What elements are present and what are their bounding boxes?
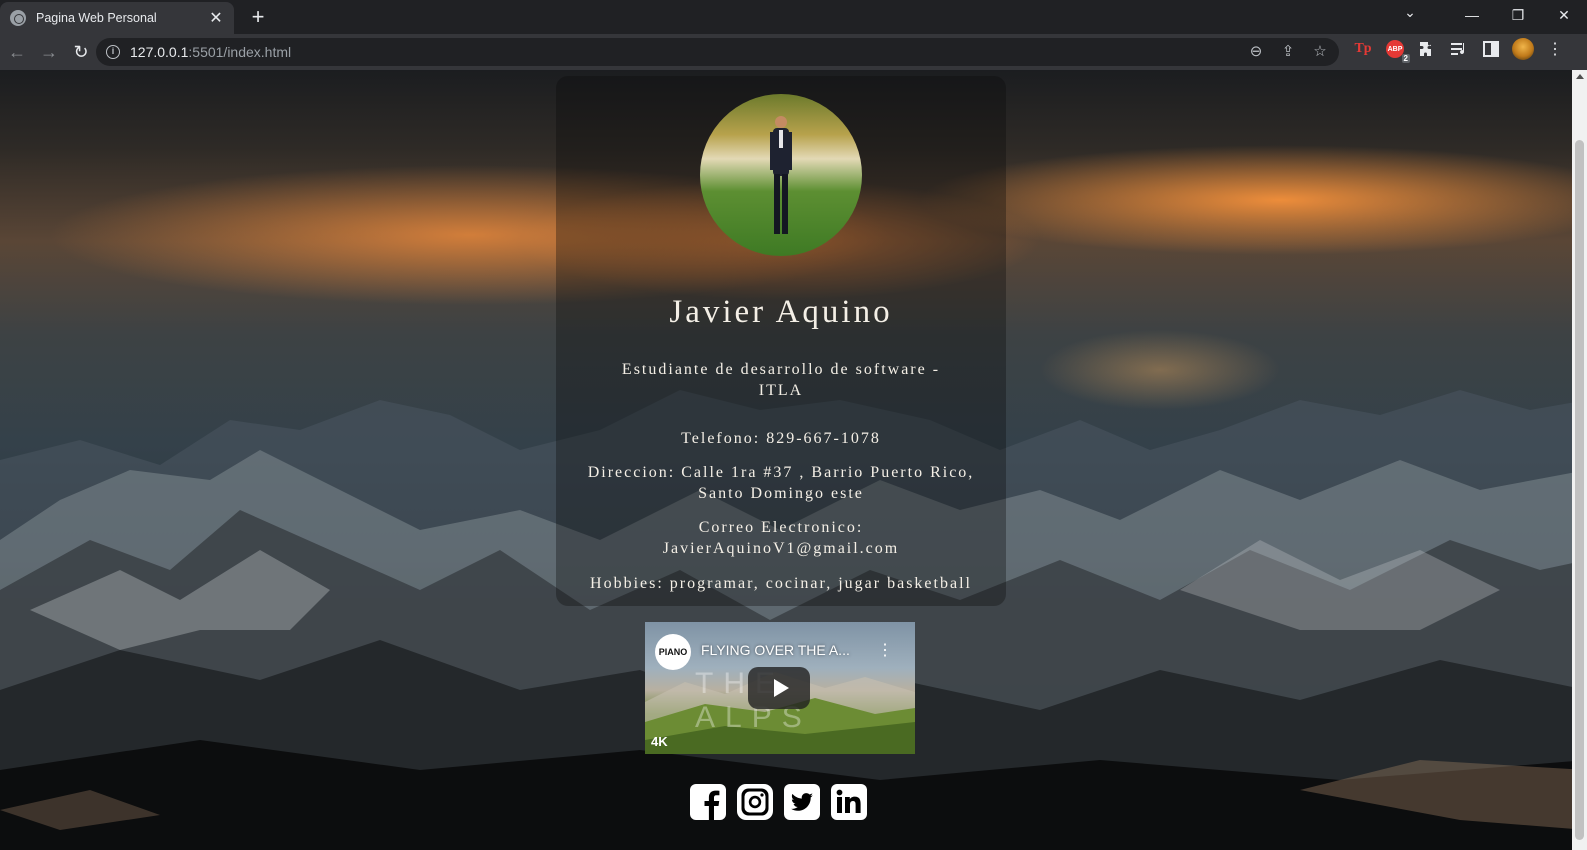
profile-card: Javier Aquino Estudiante de desarrollo d… [556, 76, 1006, 606]
phone-text: Telefono: 829-667-1078 [681, 430, 881, 447]
play-icon [773, 679, 789, 697]
video-title[interactable]: FLYING OVER THE A... [701, 642, 850, 658]
forward-arrow-icon[interactable]: → [34, 37, 64, 67]
back-arrow-icon[interactable]: ← [2, 37, 32, 67]
abp-extension-button[interactable]: ABP 2 [1384, 38, 1410, 63]
zoom-icon[interactable]: ⊖ [1247, 42, 1265, 60]
close-tab-icon[interactable]: ✕ [208, 8, 224, 28]
minimize-button[interactable]: — [1449, 0, 1495, 30]
profile-photo [700, 94, 862, 256]
profile-avatar[interactable] [1512, 38, 1534, 60]
tp-extension-icon[interactable]: Tp [1352, 38, 1374, 60]
tab-title: Pagina Web Personal [36, 11, 157, 25]
scroll-up-arrow-icon[interactable] [1576, 74, 1584, 79]
video-more-icon[interactable]: ⋮ [877, 640, 893, 660]
facebook-icon[interactable] [690, 784, 726, 820]
share-icon[interactable]: ⇪ [1279, 42, 1297, 60]
scroll-thumb[interactable] [1575, 140, 1584, 840]
profile-subtitle: Estudiante de desarrollo de software - I… [621, 361, 941, 399]
reading-list-icon[interactable] [1448, 38, 1470, 60]
extensions-area: Tp ABP 2 ⋮ [1352, 38, 1566, 63]
bookmark-star-icon[interactable]: ☆ [1311, 42, 1329, 60]
close-window-button[interactable]: ✕ [1541, 0, 1587, 30]
email-block: Correo Electronico: JavierAquinoV1@gmail… [576, 517, 986, 559]
play-button[interactable] [748, 667, 810, 709]
address-text: Direccion: Calle 1ra #37 , Barrio Puerto… [587, 464, 975, 502]
address-bar[interactable]: i 127.0.0.1 :5501/index.html ⊖ ⇪ ☆ [96, 38, 1339, 66]
video-quality-label: 4K [651, 734, 668, 749]
page-scrollbar[interactable] [1572, 70, 1587, 850]
new-tab-button[interactable]: + [246, 6, 270, 30]
site-info-icon[interactable]: i [106, 45, 120, 59]
adblock-badge: 2 [1401, 54, 1410, 63]
side-panel-icon[interactable] [1480, 38, 1502, 60]
globe-icon [10, 10, 26, 26]
instagram-icon[interactable] [737, 784, 773, 820]
tab-search-chevron-icon[interactable]: ⌄ [1398, 4, 1422, 21]
page-viewport: Javier Aquino Estudiante de desarrollo d… [0, 70, 1587, 850]
adblock-label: ABP [1387, 45, 1403, 53]
browser-tab-bar: Pagina Web Personal ✕ + ⌄ — ❐ ✕ [0, 0, 1587, 34]
restore-button[interactable]: ❐ [1495, 0, 1541, 30]
linkedin-icon[interactable] [831, 784, 867, 820]
url-path: :5501/index.html [188, 44, 292, 60]
person-figure [770, 116, 792, 234]
browser-toolbar: ← → ↻ i 127.0.0.1 :5501/index.html ⊖ ⇪ ☆… [0, 34, 1587, 70]
window-controls: — ❐ ✕ [1449, 0, 1587, 30]
browser-menu-icon[interactable]: ⋮ [1544, 38, 1566, 60]
puzzle-extensions-icon[interactable] [1416, 38, 1438, 60]
channel-logo[interactable]: PIANO [655, 634, 691, 670]
url-host: 127.0.0.1 [130, 44, 189, 60]
email-text: JavierAquinoV1@gmail.com [662, 540, 900, 557]
email-label: Correo Electronico: [698, 519, 864, 536]
person-name: Javier Aquino [669, 294, 893, 330]
adblock-icon: ABP 2 [1386, 40, 1410, 63]
twitter-icon[interactable] [784, 784, 820, 820]
youtube-video-embed[interactable]: THE ALPS PIANO FLYING OVER THE A... ⋮ 4K [645, 622, 915, 754]
reload-icon[interactable]: ↻ [66, 37, 96, 67]
hobbies-text: Hobbies: programar, cocinar, jugar baske… [590, 575, 972, 592]
social-links [690, 784, 867, 820]
browser-tab[interactable]: Pagina Web Personal ✕ [0, 2, 234, 34]
omnibox-actions: ⊖ ⇪ ☆ [1247, 42, 1329, 60]
